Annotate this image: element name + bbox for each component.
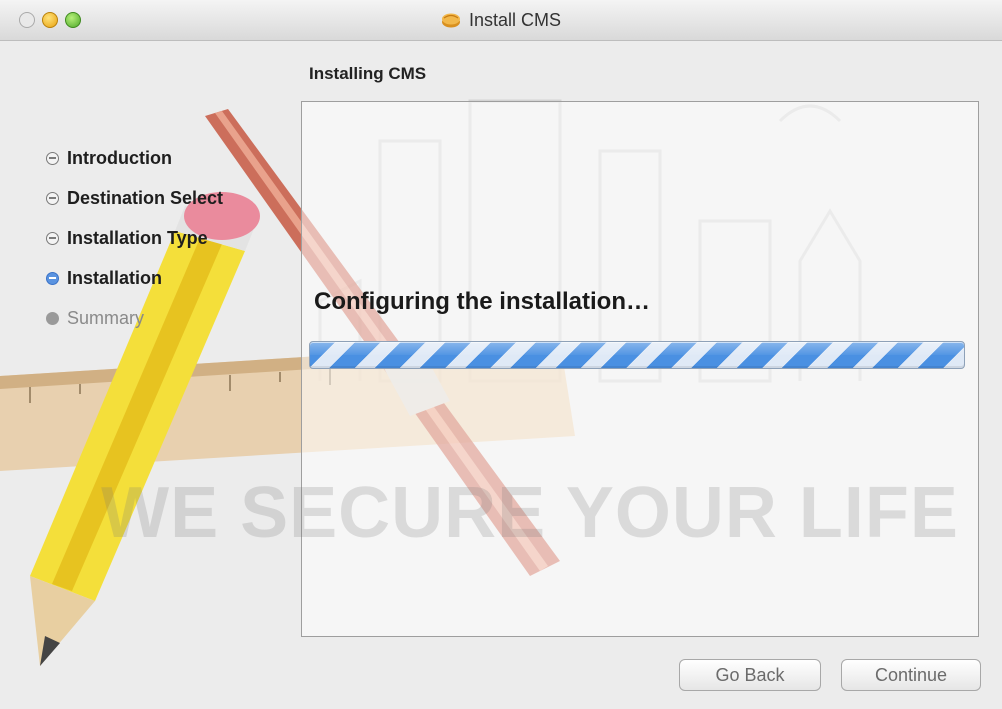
- step-destination-select: Destination Select: [46, 178, 223, 218]
- step-installation-type: Installation Type: [46, 218, 223, 258]
- install-status-text: Configuring the installation…: [314, 288, 650, 315]
- step-done-icon: [46, 151, 59, 165]
- installer-window: Install CMS Installing CMS Introduction …: [0, 0, 1002, 709]
- step-label: Summary: [67, 307, 145, 328]
- section-title: Installing CMS: [309, 64, 427, 83]
- step-summary: Summary: [46, 298, 223, 338]
- step-done-icon: [46, 191, 59, 205]
- indeterminate-progress-bar: [309, 341, 965, 369]
- window-title-group: Install CMS: [0, 0, 1002, 40]
- step-done-icon: [46, 231, 59, 245]
- package-icon: [441, 12, 461, 28]
- step-current-icon: [46, 271, 59, 285]
- title-bar: Install CMS: [0, 0, 1002, 41]
- step-introduction: Introduction: [46, 138, 223, 178]
- step-installation: Installation: [46, 258, 223, 298]
- installer-steps: Introduction Destination Select Installa…: [46, 138, 223, 338]
- step-label: Destination Select: [67, 187, 224, 208]
- content-panel: [301, 101, 979, 637]
- window-title: Install CMS: [468, 9, 562, 30]
- go-back-button[interactable]: Go Back: [679, 659, 821, 691]
- step-label: Introduction: [67, 147, 172, 168]
- step-label: Installation: [67, 267, 163, 288]
- watermark-text: WE SECURE YOUR LIFE: [101, 473, 959, 553]
- step-label: Installation Type: [67, 227, 208, 248]
- step-future-icon: [46, 311, 59, 325]
- continue-button[interactable]: Continue: [841, 659, 981, 691]
